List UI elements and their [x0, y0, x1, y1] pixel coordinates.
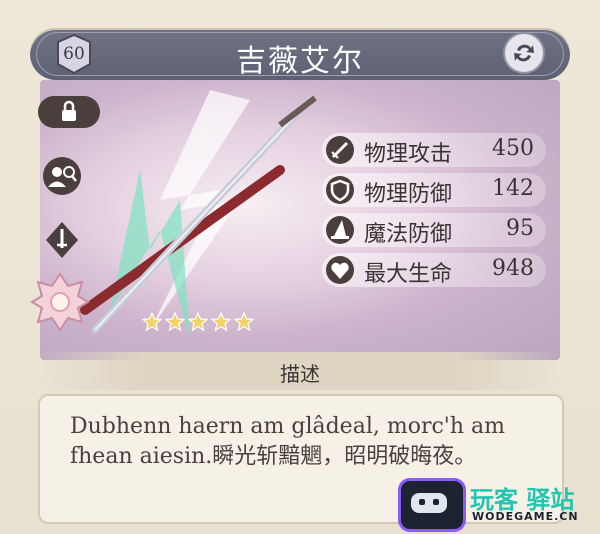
sword-rank-icon	[46, 222, 78, 258]
switch-button[interactable]	[505, 34, 543, 72]
watermark-text-en: WODEGAME.CN	[472, 510, 579, 523]
robot-icon	[411, 493, 447, 513]
character-search-button[interactable]	[42, 156, 82, 196]
affinity-emblem[interactable]	[30, 272, 90, 332]
stat-label: 魔法防御	[364, 222, 453, 247]
lock-button[interactable]	[38, 96, 100, 128]
star-icon	[188, 312, 208, 332]
stat-value: 948	[492, 256, 534, 281]
character-search-icon	[43, 157, 81, 195]
stat-row-magic-defense: 魔法防御 95	[322, 213, 546, 247]
stat-label: 最大生命	[364, 262, 453, 287]
rarity-stars	[142, 312, 257, 336]
sword-icon	[326, 136, 354, 164]
stat-value: 142	[492, 176, 534, 201]
star-icon	[234, 312, 254, 332]
description-title: 描述	[280, 362, 320, 386]
stat-value: 450	[492, 136, 534, 161]
stat-label: 物理攻击	[364, 142, 453, 167]
description-text: Dubhenn haern am glâdeal, morc'h am fhea…	[70, 414, 505, 469]
lock-icon	[62, 100, 76, 121]
stat-value: 95	[506, 216, 534, 241]
flower-emblem-icon	[30, 272, 90, 332]
star-icon	[211, 312, 231, 332]
star-icon	[142, 312, 162, 332]
wizard-hat-icon	[326, 216, 354, 244]
level-badge: 60	[63, 44, 85, 64]
swap-icon	[514, 44, 534, 62]
shield-icon	[326, 176, 354, 204]
star-icon	[165, 312, 185, 332]
heart-icon	[326, 256, 354, 284]
weapon-type-badge	[42, 220, 82, 260]
item-title: 吉薇艾尔	[236, 44, 364, 79]
stat-label: 物理防御	[364, 182, 453, 207]
stat-row-physical-defense: 物理防御 142	[322, 173, 546, 207]
stat-row-max-hp: 最大生命 948	[322, 253, 546, 287]
stat-row-physical-attack: 物理攻击 450	[322, 133, 546, 167]
watermark-logo	[398, 478, 466, 532]
